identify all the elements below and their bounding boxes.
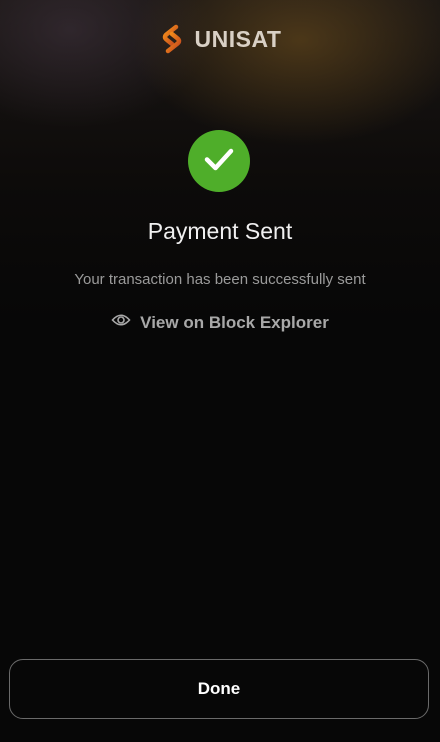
checkmark-icon bbox=[202, 142, 236, 181]
brand-logo: UNISAT bbox=[159, 24, 282, 54]
page-title: Payment Sent bbox=[147, 218, 293, 244]
brand-name: UNISAT bbox=[194, 25, 282, 52]
view-explorer-link[interactable]: View on Block Explorer bbox=[0, 312, 440, 333]
done-button[interactable]: Done bbox=[9, 659, 429, 719]
eye-icon bbox=[111, 312, 131, 333]
background-glow bbox=[0, 0, 440, 742]
unisat-logo-icon bbox=[159, 24, 185, 54]
header: UNISAT bbox=[0, 22, 440, 56]
done-button-label: Done bbox=[197, 679, 241, 698]
status-message: Your transaction has been successfully s… bbox=[74, 271, 366, 288]
success-badge bbox=[188, 130, 250, 192]
explorer-link-label: View on Block Explorer bbox=[140, 312, 329, 332]
